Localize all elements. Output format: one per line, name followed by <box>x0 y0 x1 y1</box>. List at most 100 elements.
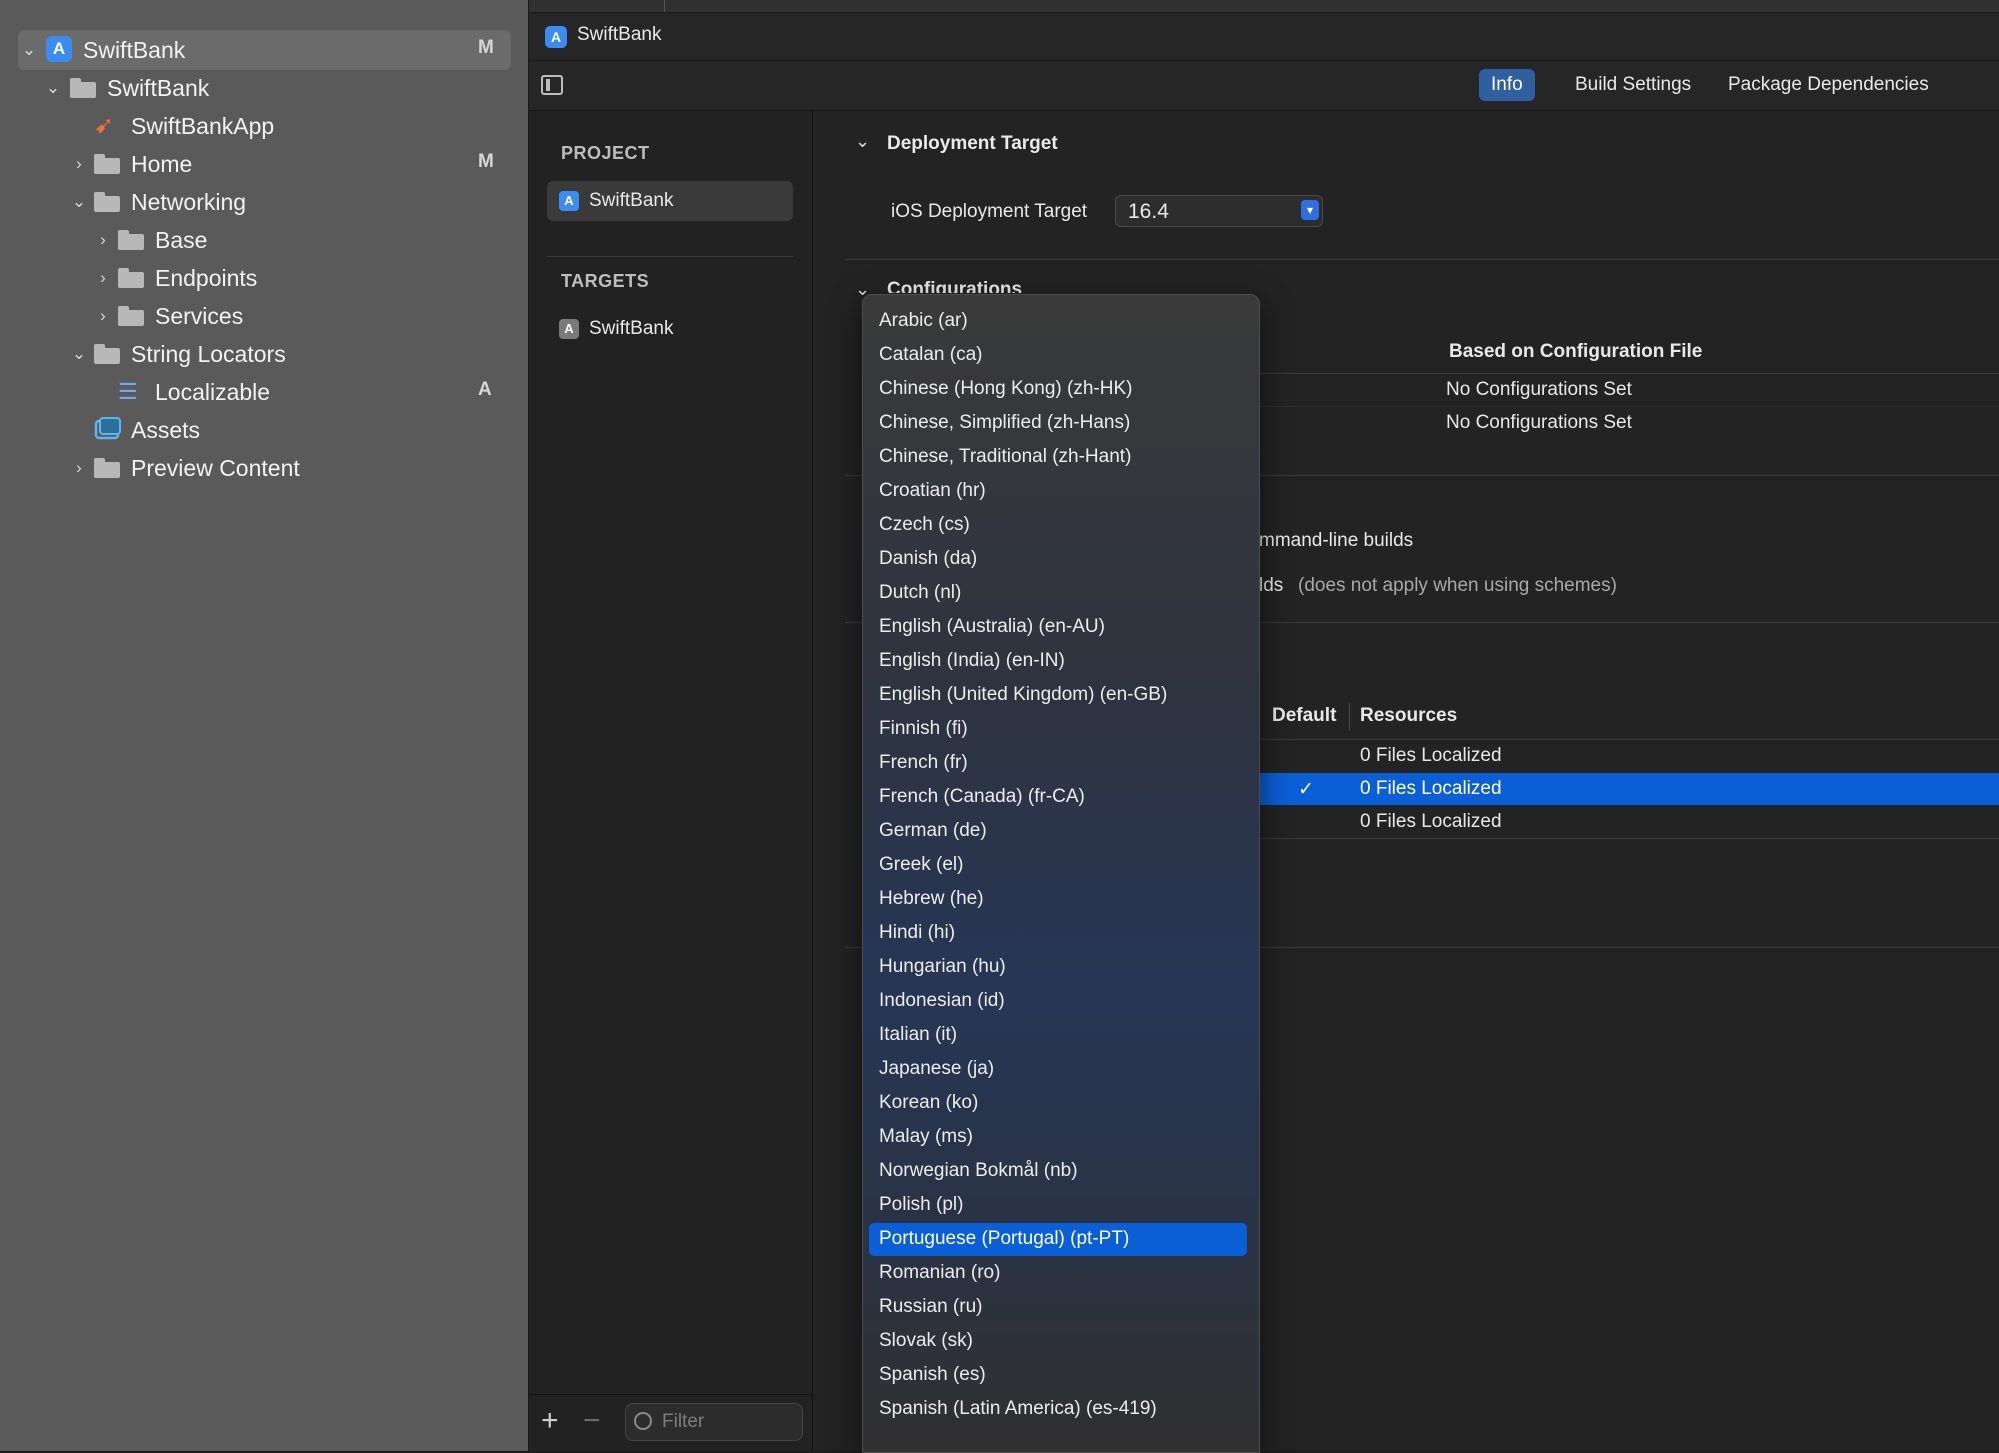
commandline-builds-text: mmand-line builds <box>1259 530 1414 551</box>
menu-item-language[interactable]: Norwegian Bokmål (nb) <box>869 1155 1247 1188</box>
remove-icon[interactable]: − <box>583 1405 601 1437</box>
nav-item-label: SwiftBank <box>107 75 210 101</box>
menu-item-language[interactable]: English (Australia) (en-AU) <box>869 611 1247 644</box>
nav-item-group-home[interactable]: › Home M <box>0 145 528 183</box>
add-icon[interactable]: + <box>541 1405 559 1437</box>
nav-item-label: SwiftBank <box>83 37 186 63</box>
chevron-right-icon[interactable]: › <box>70 457 88 479</box>
nav-item-group-string-locators[interactable]: ⌄ String Locators <box>0 335 528 373</box>
nav-item-group-endpoints[interactable]: › Endpoints <box>0 259 528 297</box>
menu-item-language[interactable]: Dutch (nl) <box>869 577 1247 610</box>
nav-item-file-assets[interactable]: Assets <box>0 411 528 449</box>
filter-field[interactable] <box>625 1403 803 1441</box>
menu-item-language[interactable]: Hebrew (he) <box>869 883 1247 916</box>
nav-item-file-swiftbankapp[interactable]: ➹ SwiftBankApp <box>0 107 528 145</box>
nav-item-group-services[interactable]: › Services <box>0 297 528 335</box>
localization-row[interactable]: 0 Files Localized <box>1258 740 1999 772</box>
menu-item-language[interactable]: Polish (pl) <box>869 1189 1247 1222</box>
nav-item-file-localizable[interactable]: ☰ Localizable A <box>0 373 528 411</box>
app-project-icon: A <box>46 36 74 64</box>
ios-deployment-target-combobox[interactable]: 16.4 ▾ <box>1115 195 1323 227</box>
chevron-down-icon[interactable]: ⌄ <box>44 77 62 99</box>
menu-item-language[interactable]: French (fr) <box>869 747 1247 780</box>
targets-footer: + − <box>529 1394 812 1451</box>
chevron-right-icon[interactable]: › <box>94 267 112 289</box>
configuration-file-value: No Configurations Set <box>1446 379 1632 400</box>
menu-item-language[interactable]: Italian (it) <box>869 1019 1247 1052</box>
project-targets-list: PROJECT A SwiftBank TARGETS A SwiftBank … <box>529 111 813 1451</box>
menu-item-language[interactable]: Hindi (hi) <box>869 917 1247 950</box>
localization-row[interactable]: 0 Files Localized <box>1258 806 1999 838</box>
menu-item-language[interactable]: Chinese, Traditional (zh-Hant) <box>869 441 1247 474</box>
menu-item-language[interactable]: German (de) <box>869 815 1247 848</box>
jump-bar-title[interactable]: SwiftBank <box>577 24 661 46</box>
menu-item-language[interactable]: Korean (ko) <box>869 1087 1247 1120</box>
project-icon: A <box>559 191 579 211</box>
menu-item-language[interactable]: Japanese (ja) <box>869 1053 1247 1086</box>
tab-build-settings[interactable]: Build Settings <box>1563 69 1703 101</box>
nav-item-label: Networking <box>131 189 247 215</box>
menu-item-language[interactable]: Chinese (Hong Kong) (zh-HK) <box>869 373 1247 406</box>
divider <box>1258 838 1999 839</box>
chevron-right-icon[interactable]: › <box>70 153 88 175</box>
menu-item-language[interactable]: Hungarian (hu) <box>869 951 1247 984</box>
nav-item-project[interactable]: ⌄ A SwiftBank M <box>0 31 528 69</box>
menu-item-language[interactable]: Greek (el) <box>869 849 1247 882</box>
divider <box>845 259 1999 260</box>
filter-input[interactable] <box>660 1409 794 1435</box>
default-checkmark-icon: ✓ <box>1298 779 1314 800</box>
project-item-swiftbank[interactable]: A SwiftBank <box>547 181 793 221</box>
menu-item-language[interactable]: Czech (cs) <box>869 509 1247 542</box>
commandline-builds-text: lds <box>1259 575 1284 596</box>
sidebar-toggle-icon[interactable] <box>541 75 563 95</box>
folder-icon <box>94 454 122 482</box>
menu-item-language[interactable]: Chinese, Simplified (zh-Hans) <box>869 407 1247 440</box>
tab-package-dependencies[interactable]: Package Dependencies <box>1716 69 1941 101</box>
menu-item-language[interactable]: Spanish (es) <box>869 1359 1247 1392</box>
menu-item-language[interactable]: Danish (da) <box>869 543 1247 576</box>
menu-item-language-highlighted[interactable]: Portuguese (Portugal) (pt-PT) <box>869 1223 1247 1256</box>
menu-item-language[interactable]: Finnish (fi) <box>869 713 1247 746</box>
nav-item-label: Base <box>155 227 208 253</box>
folder-icon <box>70 74 98 102</box>
chevron-down-icon[interactable]: ⌄ <box>70 191 88 213</box>
divider <box>1258 406 1999 407</box>
tab-info[interactable]: Info <box>1479 69 1535 101</box>
target-item-swiftbank[interactable]: A SwiftBank <box>547 309 793 349</box>
chevron-down-icon[interactable]: ⌄ <box>70 343 88 365</box>
column-divider <box>1349 703 1350 731</box>
language-popup-menu[interactable]: Arabic (ar) Catalan (ca) Chinese (Hong K… <box>862 294 1260 1453</box>
target-item-label: SwiftBank <box>589 318 674 339</box>
localization-row-selected[interactable]: ✓ 0 Files Localized <box>1258 773 1999 805</box>
nav-item-group-preview-content[interactable]: › Preview Content <box>0 449 528 487</box>
chevron-down-icon[interactable]: ▾ <box>1301 200 1319 220</box>
chevron-down-icon[interactable]: ⌄ <box>20 39 38 61</box>
localization-resources: 0 Files Localized <box>1360 778 1502 799</box>
configurations-header-clip: Configurations <box>887 279 1037 293</box>
configurations-header: Configurations <box>887 279 1023 293</box>
menu-item-language[interactable]: French (Canada) (fr-CA) <box>869 781 1247 814</box>
nav-item-group-base[interactable]: › Base <box>0 221 528 259</box>
menu-item-language[interactable]: Slovak (sk) <box>869 1325 1247 1358</box>
menu-item-language[interactable]: English (India) (en-IN) <box>869 645 1247 678</box>
strings-file-icon: ☰ <box>118 379 138 404</box>
menu-item-language[interactable]: English (United Kingdom) (en-GB) <box>869 679 1247 712</box>
menu-item-language[interactable]: Russian (ru) <box>869 1291 1247 1324</box>
tab-divider <box>664 0 665 12</box>
nav-item-label: Services <box>155 303 244 329</box>
folder-icon <box>94 150 122 178</box>
nav-item-label: Endpoints <box>155 265 258 291</box>
nav-item-group-networking[interactable]: ⌄ Networking <box>0 183 528 221</box>
chevron-down-icon[interactable]: ⌄ <box>855 131 870 152</box>
ios-deployment-target-label: iOS Deployment Target <box>891 201 1088 222</box>
chevron-right-icon[interactable]: › <box>94 229 112 251</box>
menu-item-language[interactable]: Arabic (ar) <box>869 305 1247 338</box>
menu-item-language[interactable]: Romanian (ro) <box>869 1257 1247 1290</box>
menu-item-language[interactable]: Malay (ms) <box>869 1121 1247 1154</box>
menu-item-language[interactable]: Indonesian (id) <box>869 985 1247 1018</box>
chevron-right-icon[interactable]: › <box>94 305 112 327</box>
menu-item-language[interactable]: Spanish (Latin America) (es-419) <box>869 1393 1247 1426</box>
menu-item-language[interactable]: Croatian (hr) <box>869 475 1247 508</box>
nav-item-group-swiftbank[interactable]: ⌄ SwiftBank <box>0 69 528 107</box>
menu-item-language[interactable]: Catalan (ca) <box>869 339 1247 372</box>
